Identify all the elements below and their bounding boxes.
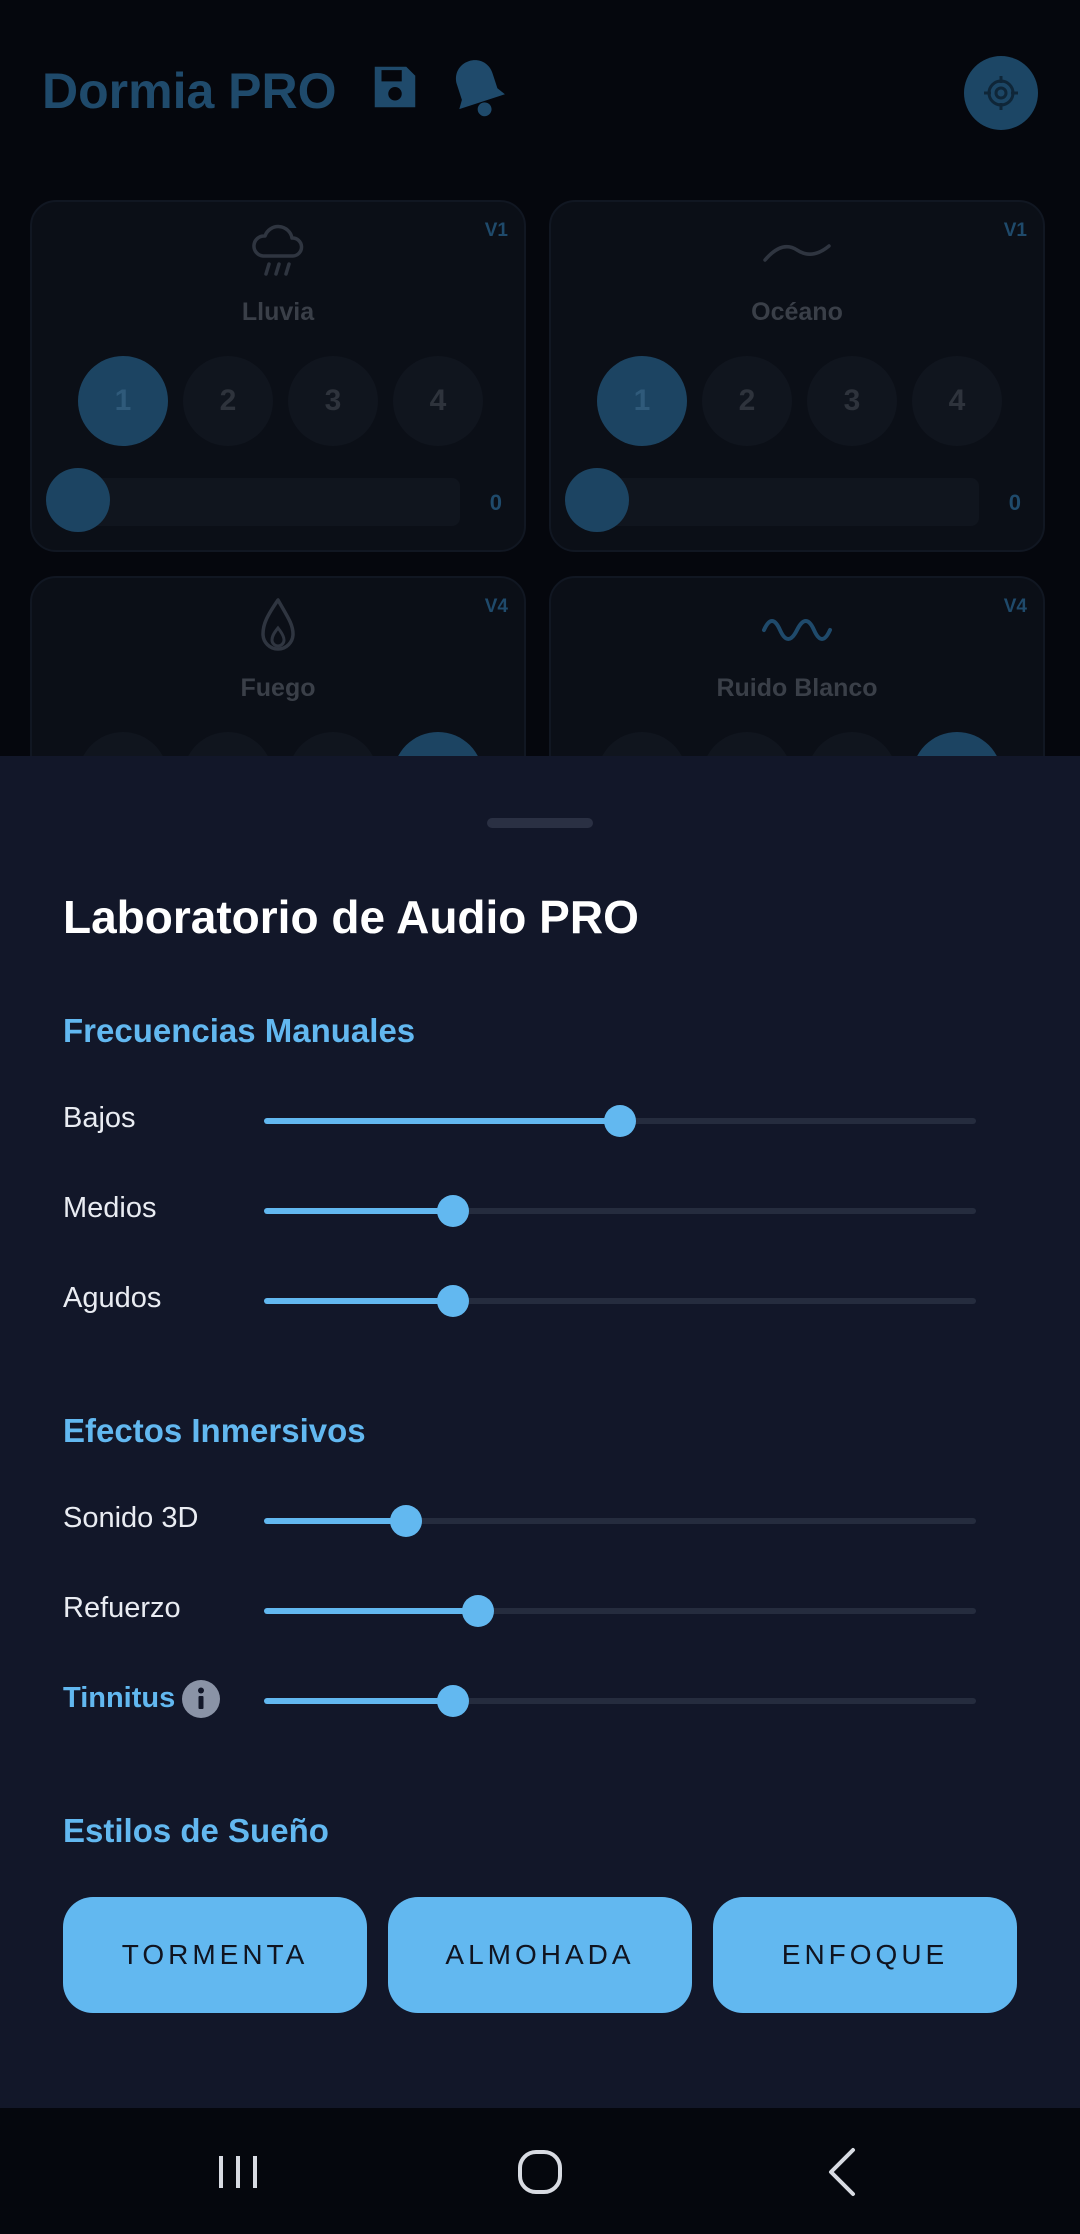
recent-apps-icon[interactable] <box>198 2142 278 2202</box>
volume-slider[interactable] <box>54 478 460 526</box>
slider-fill <box>264 1518 406 1524</box>
system-nav-bar <box>0 2108 1080 2234</box>
flame-icon <box>32 594 524 660</box>
treble-slider[interactable] <box>264 1281 976 1321</box>
sine-wave-icon <box>551 594 1043 660</box>
wave-icon <box>551 218 1043 284</box>
volume-slider-thumb[interactable] <box>565 468 629 532</box>
audio-lab-sheet: Laboratorio de Audio PRO Frecuencias Man… <box>0 756 1080 2108</box>
sound-card-lluvia[interactable]: V1 Lluvia 1 2 3 4 0 <box>30 200 526 552</box>
back-icon[interactable] <box>802 2142 882 2202</box>
background-app: Dormia PRO V1 Lluvia 1 2 3 4 0 V1 Océano… <box>0 0 1080 928</box>
reinforcement-slider[interactable] <box>264 1591 976 1631</box>
slider-thumb[interactable] <box>604 1105 636 1137</box>
level-button-1[interactable]: 1 <box>597 356 687 446</box>
tinnitus-slider[interactable] <box>264 1681 976 1721</box>
slider-thumb[interactable] <box>437 1285 469 1317</box>
slider-label-3d-sound: Sonido 3D <box>63 1502 199 1534</box>
slider-label-bass: Bajos <box>63 1102 136 1134</box>
section-title-immersive-effects: Efectos Inmersivos <box>63 1412 366 1449</box>
volume-value: 0 <box>1008 490 1021 515</box>
volume-slider-thumb[interactable] <box>46 468 110 532</box>
slider-thumb[interactable] <box>390 1505 422 1537</box>
slider-label-reinforcement: Refuerzo <box>63 1592 181 1624</box>
slider-fill <box>264 1698 453 1704</box>
app-title: Dormia PRO <box>42 63 337 119</box>
style-button-enfoque[interactable]: ENFOQUE <box>713 1897 1017 2013</box>
bass-slider[interactable] <box>264 1101 976 1141</box>
3d-sound-slider[interactable] <box>264 1501 976 1541</box>
save-icon[interactable] <box>368 60 422 114</box>
slider-fill <box>264 1118 620 1124</box>
target-button[interactable] <box>964 56 1038 130</box>
slider-fill <box>264 1208 453 1214</box>
slider-label-treble: Agudos <box>63 1282 162 1314</box>
level-button-4[interactable]: 4 <box>393 356 483 446</box>
volume-slider[interactable] <box>573 478 979 526</box>
slider-fill <box>264 1608 478 1614</box>
volume-value: 0 <box>489 490 502 515</box>
sheet-drag-handle[interactable] <box>487 818 593 828</box>
level-selector: 1 2 3 4 <box>597 356 1007 448</box>
slider-label-mids: Medios <box>63 1192 157 1224</box>
mids-slider[interactable] <box>264 1191 976 1231</box>
info-icon[interactable] <box>182 1680 220 1718</box>
level-button-3[interactable]: 3 <box>807 356 897 446</box>
slider-thumb[interactable] <box>462 1595 494 1627</box>
card-title: Ruido Blanco <box>716 674 878 702</box>
slider-thumb[interactable] <box>437 1685 469 1717</box>
sound-card-oceano[interactable]: V1 Océano 1 2 3 4 0 <box>549 200 1045 552</box>
style-button-almohada[interactable]: ALMOHADA <box>388 1897 692 2013</box>
card-title: Lluvia <box>241 298 315 326</box>
slider-thumb[interactable] <box>437 1195 469 1227</box>
level-button-4[interactable]: 4 <box>912 356 1002 446</box>
level-selector: 1 2 3 4 <box>78 356 488 448</box>
rain-cloud-icon <box>32 218 524 284</box>
sheet-title: Laboratorio de Audio PRO <box>63 891 639 943</box>
home-icon[interactable] <box>500 2142 580 2202</box>
slider-fill <box>264 1298 453 1304</box>
section-title-manual-frequencies: Frecuencias Manuales <box>63 1012 416 1049</box>
level-button-2[interactable]: 2 <box>183 356 273 446</box>
bell-icon[interactable] <box>446 54 510 124</box>
card-title: Fuego <box>240 674 316 702</box>
level-button-1[interactable]: 1 <box>78 356 168 446</box>
section-title-sleep-styles: Estilos de Sueño <box>63 1812 329 1849</box>
level-button-2[interactable]: 2 <box>702 356 792 446</box>
app-header: Dormia PRO <box>0 0 1080 190</box>
style-button-tormenta[interactable]: TORMENTA <box>63 1897 367 2013</box>
level-button-3[interactable]: 3 <box>288 356 378 446</box>
slider-label-tinnitus: Tinnitus <box>63 1682 176 1714</box>
card-title: Océano <box>751 298 843 326</box>
